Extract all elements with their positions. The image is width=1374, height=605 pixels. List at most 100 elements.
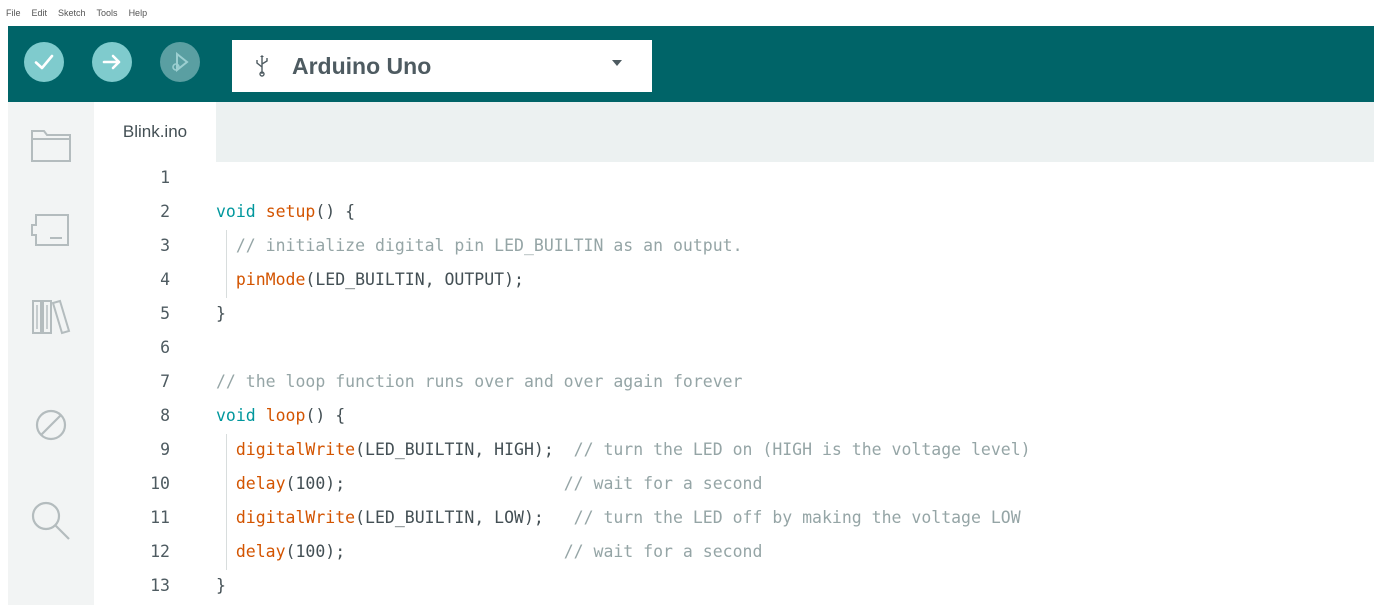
sidebar-item-sketchbook[interactable]: [28, 122, 74, 168]
code-text: // initialize digital pin LED_BUILTIN as…: [216, 236, 743, 255]
line-number: 5: [160, 304, 170, 323]
usb-icon: [254, 55, 274, 77]
code-line[interactable]: 11 digitalWrite(LED_BUILTIN, LOW); // tu…: [94, 502, 1374, 536]
tab-bar: Blink.ino: [94, 102, 1374, 162]
menu-file[interactable]: File: [6, 8, 21, 18]
menu-edit[interactable]: Edit: [32, 8, 48, 18]
line-number: 8: [160, 406, 170, 425]
code-token: void: [216, 202, 256, 221]
line-number: 6: [160, 338, 170, 357]
code-token: (LED_BUILTIN, OUTPUT);: [305, 270, 524, 289]
line-number: 13: [150, 576, 170, 595]
code-line[interactable]: 10 delay(100); // wait for a second: [94, 468, 1374, 502]
sidebar-item-library-manager[interactable]: [28, 294, 74, 340]
code-token: void: [216, 406, 256, 425]
debug-off-icon: [35, 409, 67, 441]
code-token: digitalWrite: [235, 508, 356, 527]
code-token: }: [216, 576, 226, 595]
code-token: }: [216, 304, 226, 323]
line-number: 7: [160, 372, 170, 391]
line-number: 3: [160, 236, 170, 255]
code-line[interactable]: 4 pinMode(LED_BUILTIN, OUTPUT);: [94, 264, 1374, 298]
verify-button[interactable]: [24, 42, 64, 82]
code-token: // turn the LED on (HIGH is the voltage …: [573, 440, 1031, 459]
debug-button[interactable]: [160, 42, 200, 82]
code-text: void setup() {: [216, 202, 355, 221]
upload-button[interactable]: [92, 42, 132, 82]
code-token: (LED_BUILTIN, HIGH);: [355, 440, 574, 459]
line-number: 9: [160, 440, 170, 459]
code-text: }: [216, 576, 226, 595]
code-text: delay(100); // wait for a second: [216, 542, 763, 561]
code-line[interactable]: 2 void setup() {: [94, 196, 1374, 230]
toolbar: Arduino Uno: [8, 26, 1374, 102]
code-token: setup: [265, 202, 316, 221]
board-manager-icon: [31, 214, 69, 246]
code-line[interactable]: 1: [94, 162, 1374, 196]
library-icon: [32, 299, 71, 335]
line-number: 11: [150, 508, 170, 527]
code-line[interactable]: 7 // the loop function runs over and over…: [94, 366, 1374, 400]
folder-icon: [31, 130, 71, 162]
code-token: // wait for a second: [563, 542, 763, 561]
sidebar: [8, 102, 94, 605]
menu-tools[interactable]: Tools: [97, 8, 118, 18]
code-token: pinMode: [235, 270, 306, 289]
code-token: (100);: [285, 474, 564, 493]
code-token: () {: [305, 406, 346, 425]
code-line[interactable]: 9 digitalWrite(LED_BUILTIN, HIGH); // tu…: [94, 434, 1374, 468]
chevron-down-icon[interactable]: [612, 60, 622, 66]
code-token: () {: [315, 202, 356, 221]
line-number: 10: [150, 474, 170, 493]
line-number: 4: [160, 270, 170, 289]
code-line[interactable]: 13}: [94, 570, 1374, 604]
code-text: digitalWrite(LED_BUILTIN, HIGH); // turn…: [216, 440, 1031, 459]
tab-blink-ino[interactable]: Blink.ino: [94, 102, 216, 162]
debug-icon: [172, 51, 189, 73]
code-token: // wait for a second: [563, 474, 763, 493]
sidebar-item-search[interactable]: [28, 498, 74, 544]
menu-bar: File Edit Sketch Tools Help: [0, 0, 1374, 26]
code-text: pinMode(LED_BUILTIN, OUTPUT);: [216, 270, 524, 289]
code-token: (100);: [285, 542, 564, 561]
code-token: // turn the LED off by making the voltag…: [573, 508, 1021, 527]
code-token: // the loop function runs over and over …: [216, 372, 743, 391]
checkmark-icon: [34, 54, 54, 70]
sidebar-item-boards-manager[interactable]: [28, 206, 74, 252]
board-selector[interactable]: Arduino Uno: [232, 40, 652, 92]
code-token: (LED_BUILTIN, LOW);: [355, 508, 574, 527]
code-line[interactable]: 12 delay(100); // wait for a second: [94, 536, 1374, 570]
code-token: delay: [235, 474, 286, 493]
code-line[interactable]: 8 void loop() {: [94, 400, 1374, 434]
code-text: digitalWrite(LED_BUILTIN, LOW); // turn …: [216, 508, 1021, 527]
sidebar-item-debug[interactable]: [28, 402, 74, 448]
menu-help[interactable]: Help: [129, 8, 148, 18]
code-line[interactable]: 5}: [94, 298, 1374, 332]
code-text: // the loop function runs over and over …: [216, 372, 743, 391]
search-icon: [31, 501, 70, 540]
code-token: delay: [235, 542, 286, 561]
line-number: 1: [160, 168, 170, 187]
code-token: loop: [265, 406, 306, 425]
arrow-right-icon: [102, 54, 121, 70]
code-text: void loop() {: [216, 406, 345, 425]
code-line[interactable]: 3 // initialize digital pin LED_BUILTIN …: [94, 230, 1374, 264]
code-token: digitalWrite: [235, 440, 356, 459]
code-editor[interactable]: 1 2 void setup() {3 // initialize digital …: [94, 162, 1374, 605]
menu-sketch[interactable]: Sketch: [58, 8, 86, 18]
line-number: 2: [160, 202, 170, 221]
line-number: 12: [150, 542, 170, 561]
code-text: }: [216, 304, 226, 323]
code-line[interactable]: 6: [94, 332, 1374, 366]
board-name: Arduino Uno: [292, 52, 432, 79]
code-token: // initialize digital pin LED_BUILTIN as…: [235, 236, 743, 255]
code-text: delay(100); // wait for a second: [216, 474, 763, 493]
